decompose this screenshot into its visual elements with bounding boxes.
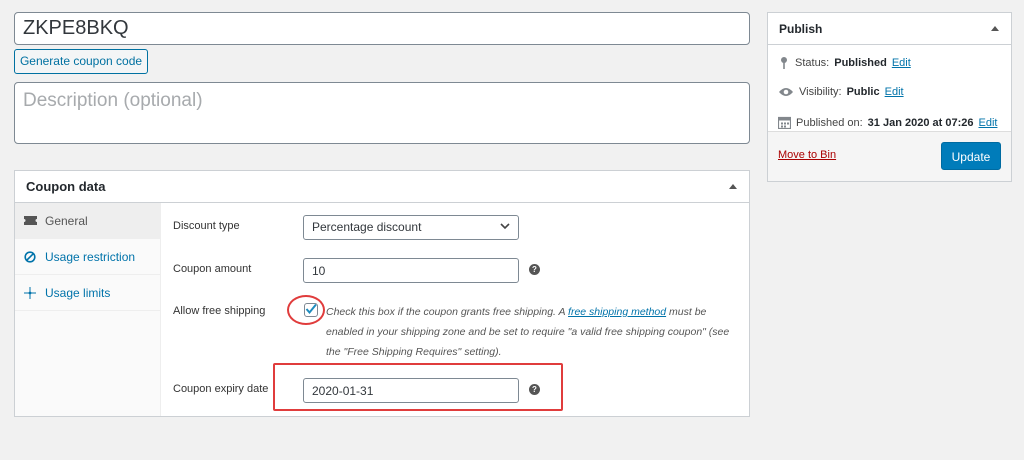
coupon-data-tabs: General Usage restriction Usage limits — [15, 203, 161, 416]
chevron-down-icon — [500, 223, 510, 230]
expiry-date-label: Coupon expiry date — [173, 383, 269, 395]
move-to-bin-link[interactable]: Move to Bin — [778, 149, 836, 161]
ticket-icon — [24, 216, 37, 225]
publish-header[interactable]: Publish — [768, 13, 1011, 45]
coupon-data-panel: Coupon data General Usage restriction Us… — [14, 170, 750, 417]
tab-label: Usage restriction — [45, 250, 136, 264]
coupon-amount-input[interactable] — [303, 258, 519, 283]
pin-icon — [781, 57, 787, 69]
free-shipping-description: Check this box if the coupon grants free… — [326, 302, 736, 362]
collapse-toggle-icon[interactable] — [729, 184, 737, 189]
publish-title: Publish — [779, 22, 823, 36]
tab-general[interactable]: General — [15, 203, 160, 239]
visibility-row: Visibility: Public Edit — [778, 86, 904, 98]
publish-box: Publish Status: Published Edit Visibilit… — [767, 12, 1012, 182]
free-shipping-method-link[interactable]: free shipping method — [568, 306, 666, 318]
publish-actions: Move to Bin Update — [768, 131, 1011, 181]
status-row: Status: Published Edit — [778, 56, 911, 70]
free-shipping-label: Allow free shipping — [173, 305, 266, 317]
coupon-code-input[interactable] — [14, 12, 750, 45]
tab-label: General — [45, 214, 88, 228]
coupon-data-title: Coupon data — [26, 179, 106, 194]
tab-label: Usage limits — [45, 286, 111, 300]
visibility-value: Public — [846, 86, 880, 98]
collapse-toggle-icon[interactable] — [991, 26, 999, 31]
description-textarea[interactable] — [14, 82, 750, 144]
highlight-rect-annotation — [273, 363, 563, 411]
update-button[interactable]: Update — [941, 142, 1001, 170]
status-value: Published — [834, 57, 887, 69]
desc-text: Check this box if the coupon grants free… — [326, 306, 569, 318]
highlight-circle-annotation — [287, 295, 325, 325]
status-label: Status: — [795, 57, 830, 69]
discount-type-value: Percentage discount — [312, 220, 422, 234]
edit-status-link[interactable]: Edit — [892, 57, 911, 69]
help-icon[interactable]: ? — [529, 264, 540, 275]
coupon-data-header[interactable]: Coupon data — [15, 171, 749, 203]
coupon-amount-label: Coupon amount — [173, 263, 252, 275]
calendar-icon — [778, 116, 791, 129]
edit-visibility-link[interactable]: Edit — [885, 86, 904, 98]
published-value: 31 Jan 2020 at 07:26 — [867, 116, 974, 129]
generate-coupon-code-button[interactable]: Generate coupon code — [14, 49, 148, 74]
published-row: Published on: 31 Jan 2020 at 07:26 Edit — [778, 116, 997, 129]
edit-date-link[interactable]: Edit — [978, 117, 997, 129]
eye-icon — [779, 88, 793, 96]
arrows-icon — [24, 287, 36, 299]
tab-usage-limits[interactable]: Usage limits — [15, 275, 160, 311]
visibility-label: Visibility: — [799, 86, 842, 98]
discount-type-label: Discount type — [173, 220, 240, 232]
published-label: Published on: — [796, 116, 863, 129]
ban-icon — [24, 251, 36, 263]
tab-usage-restriction[interactable]: Usage restriction — [15, 239, 160, 275]
discount-type-select[interactable]: Percentage discount — [303, 215, 519, 240]
